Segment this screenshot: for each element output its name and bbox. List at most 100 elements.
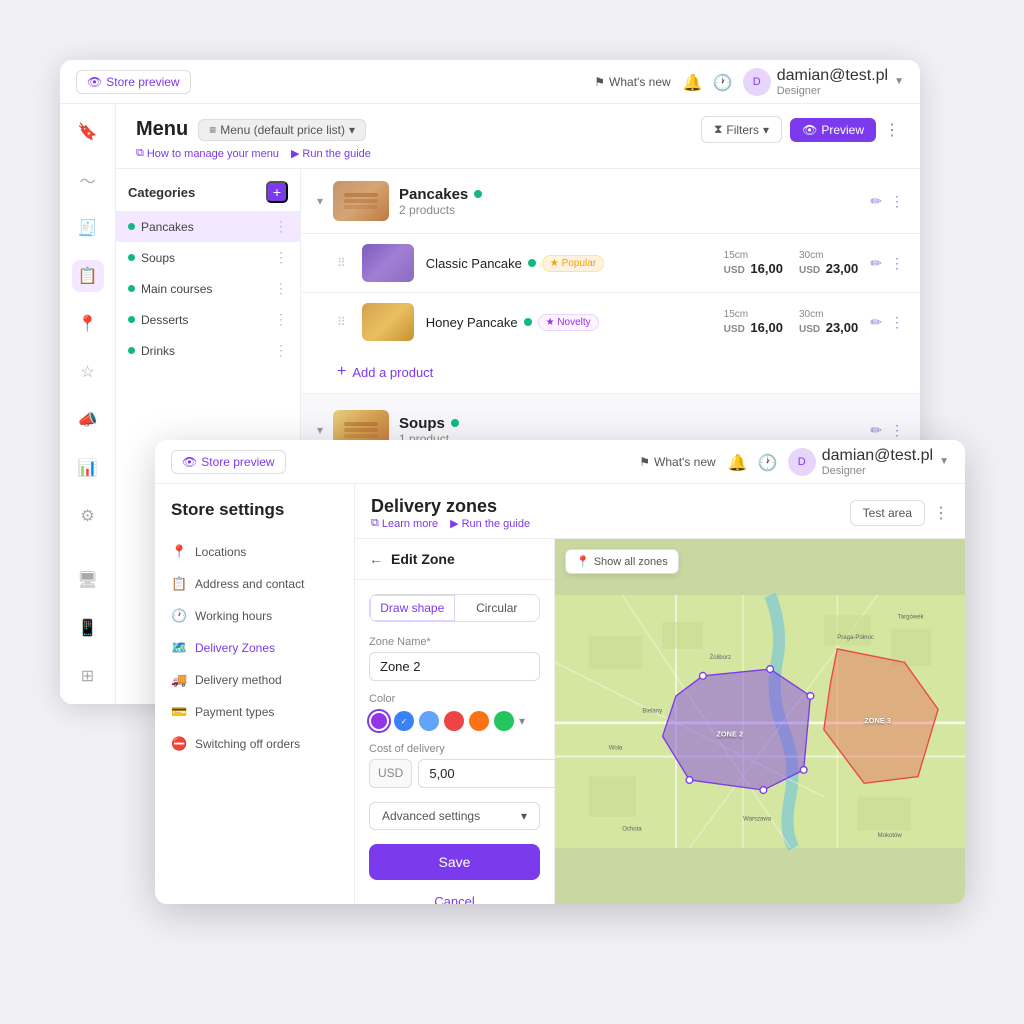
- more-icon[interactable]: ⋮: [274, 249, 288, 266]
- color-green[interactable]: [494, 711, 514, 731]
- more-colors-button[interactable]: ▾: [519, 714, 525, 728]
- back-button[interactable]: ←: [369, 551, 383, 567]
- sidebar-icon-settings[interactable]: ⚙: [72, 500, 104, 532]
- collapse-icon[interactable]: ▾: [317, 423, 323, 437]
- more-product-icon[interactable]: ⋮: [890, 314, 904, 331]
- edit-icon[interactable]: ✏: [870, 422, 882, 439]
- delivery-links: ⧉ Learn more ▶ Run the guide: [371, 517, 530, 530]
- drag-handle-icon[interactable]: ⠿: [337, 256, 346, 270]
- page-title: Menu: [136, 118, 188, 141]
- more-icon[interactable]: ⋮: [274, 218, 288, 235]
- delivery-page-header: Delivery zones ⧉ Learn more ▶ Run the gu…: [355, 484, 965, 539]
- map-area[interactable]: ZONE 2 ZONE 3 Żoliborz Bielany Praga-Pół…: [555, 539, 965, 904]
- edit-product-icon[interactable]: ✏: [870, 314, 882, 331]
- color-orange[interactable]: [469, 711, 489, 731]
- more-options-icon[interactable]: ⋮: [884, 120, 900, 140]
- price-list-dropdown[interactable]: ≡ Menu (default price list) ▾: [198, 119, 366, 141]
- preview-button[interactable]: 👁 Preview: [790, 118, 876, 142]
- star-icon: ★: [550, 258, 559, 269]
- whats-new-link-2[interactable]: ⚑ What's new: [639, 455, 715, 469]
- drag-handle-icon[interactable]: ⠿: [337, 315, 346, 329]
- add-product-button[interactable]: + Add a product: [301, 351, 920, 393]
- category-item-pancakes[interactable]: Pancakes ⋮: [116, 211, 300, 242]
- user-info[interactable]: D damian@test.pl Designer ▼: [743, 67, 904, 97]
- edit-zone-header: ← Edit Zone: [355, 539, 554, 580]
- save-button[interactable]: Save: [369, 844, 540, 880]
- product-count: 2 products: [399, 203, 860, 217]
- category-item-drinks[interactable]: Drinks ⋮: [116, 335, 300, 366]
- settings-item-address[interactable]: 📋 Address and contact: [155, 568, 354, 600]
- run-guide-link[interactable]: ▶ Run the guide: [450, 517, 530, 530]
- advanced-settings-button[interactable]: Advanced settings ▾: [369, 802, 540, 830]
- edit-product-icon[interactable]: ✏: [870, 255, 882, 272]
- more-options-icon[interactable]: ⋮: [890, 422, 904, 439]
- edit-icon[interactable]: ✏: [870, 193, 882, 210]
- draw-shape-button[interactable]: Draw shape: [370, 595, 455, 621]
- nav-right: ⚑ What's new 🔔 🕐 D damian@test.pl Design…: [639, 447, 949, 477]
- status-dot: [451, 419, 459, 427]
- sidebar-icon-grid[interactable]: ⊞: [72, 660, 104, 692]
- sidebar-icon-receipt[interactable]: 🧾: [72, 212, 104, 244]
- price-small: 15cm USD 16,00: [724, 309, 783, 335]
- collapse-icon[interactable]: ▾: [317, 194, 323, 208]
- eye-icon: 👁: [87, 75, 102, 89]
- category-item-maincourses[interactable]: Main courses ⋮: [116, 273, 300, 304]
- color-purple[interactable]: [369, 711, 389, 731]
- sidebar-icon-chart[interactable]: 📊: [72, 452, 104, 484]
- more-icon[interactable]: ⋮: [274, 342, 288, 359]
- user-email: damian@test.pl: [777, 67, 888, 85]
- chevron-down-icon: ▼: [894, 76, 904, 87]
- more-options-icon[interactable]: ⋮: [890, 193, 904, 210]
- color-red[interactable]: [444, 711, 464, 731]
- more-product-icon[interactable]: ⋮: [890, 255, 904, 272]
- guide-link[interactable]: ▶ Run the guide: [291, 147, 371, 160]
- delivery-main: ← Edit Zone Draw shape Circular Zone Nam…: [355, 539, 965, 904]
- sidebar-icon-tablet[interactable]: 📱: [72, 612, 104, 644]
- color-blue[interactable]: [419, 711, 439, 731]
- more-options-icon[interactable]: ⋮: [933, 503, 949, 523]
- add-category-button[interactable]: +: [266, 181, 288, 203]
- settings-item-delivery-method[interactable]: 🚚 Delivery method: [155, 664, 354, 696]
- user-info-2[interactable]: D damian@test.pl Designer ▼: [788, 447, 949, 477]
- pancakes-thumbnail: [333, 181, 389, 221]
- test-area-button[interactable]: Test area: [850, 500, 925, 526]
- clock-icon[interactable]: 🕐: [713, 73, 731, 91]
- sidebar-icon-bookmark[interactable]: 🔖: [72, 116, 104, 148]
- circular-button[interactable]: Circular: [455, 595, 540, 621]
- sidebar-icon-analytics[interactable]: 〜: [72, 164, 104, 196]
- show-all-zones-button[interactable]: 📍 Show all zones: [565, 549, 679, 574]
- header-left: Delivery zones ⧉ Learn more ▶ Run the gu…: [371, 496, 530, 530]
- chevron-icon: ▾: [349, 123, 355, 137]
- color-blue-light[interactable]: ✓: [394, 711, 414, 731]
- sidebar-icon-monitor[interactable]: 🖥: [72, 564, 104, 596]
- learn-more-link[interactable]: ⧉ Learn more: [371, 517, 438, 530]
- bell-icon-2[interactable]: 🔔: [728, 453, 746, 471]
- whats-new-link[interactable]: ⚑ What's new: [594, 75, 670, 89]
- svg-text:Praga-Północ: Praga-Północ: [837, 635, 874, 641]
- cost-input[interactable]: [418, 759, 555, 788]
- sidebar-icon-megaphone[interactable]: 📣: [72, 404, 104, 436]
- clock-icon-2[interactable]: 🕐: [758, 453, 776, 471]
- sidebar-icon-menu[interactable]: 📋: [72, 260, 104, 292]
- sidebar-icon-star[interactable]: ☆: [72, 356, 104, 388]
- edit-zone-panel: ← Edit Zone Draw shape Circular Zone Nam…: [355, 539, 555, 904]
- settings-item-hours[interactable]: 🕐 Working hours: [155, 600, 354, 632]
- cancel-button[interactable]: Cancel: [369, 888, 540, 904]
- store-preview-button[interactable]: 👁 Store preview: [76, 70, 191, 94]
- settings-item-payment[interactable]: 💳 Payment types: [155, 696, 354, 728]
- manage-link[interactable]: ⧉ How to manage your menu: [136, 147, 279, 160]
- store-preview-button-2[interactable]: 👁 Store preview: [171, 450, 286, 474]
- sidebar-icon-location[interactable]: 📍: [72, 308, 104, 340]
- filters-button[interactable]: ⧗ Filters ▾: [701, 116, 782, 143]
- zone-name-input[interactable]: [369, 652, 540, 681]
- settings-item-locations[interactable]: 📍 Locations: [155, 536, 354, 568]
- settings-item-delivery-zones[interactable]: 🗺️ Delivery Zones: [155, 632, 354, 664]
- more-icon[interactable]: ⋮: [274, 280, 288, 297]
- category-item-soups[interactable]: Soups ⋮: [116, 242, 300, 273]
- flag-icon: ⚑: [594, 75, 605, 89]
- category-item-desserts[interactable]: Desserts ⋮: [116, 304, 300, 335]
- more-icon[interactable]: ⋮: [274, 311, 288, 328]
- bell-icon[interactable]: 🔔: [683, 73, 701, 91]
- nav-left: 👁 Store preview: [76, 70, 191, 94]
- settings-item-switch-off[interactable]: ⛔ Switching off orders: [155, 728, 354, 760]
